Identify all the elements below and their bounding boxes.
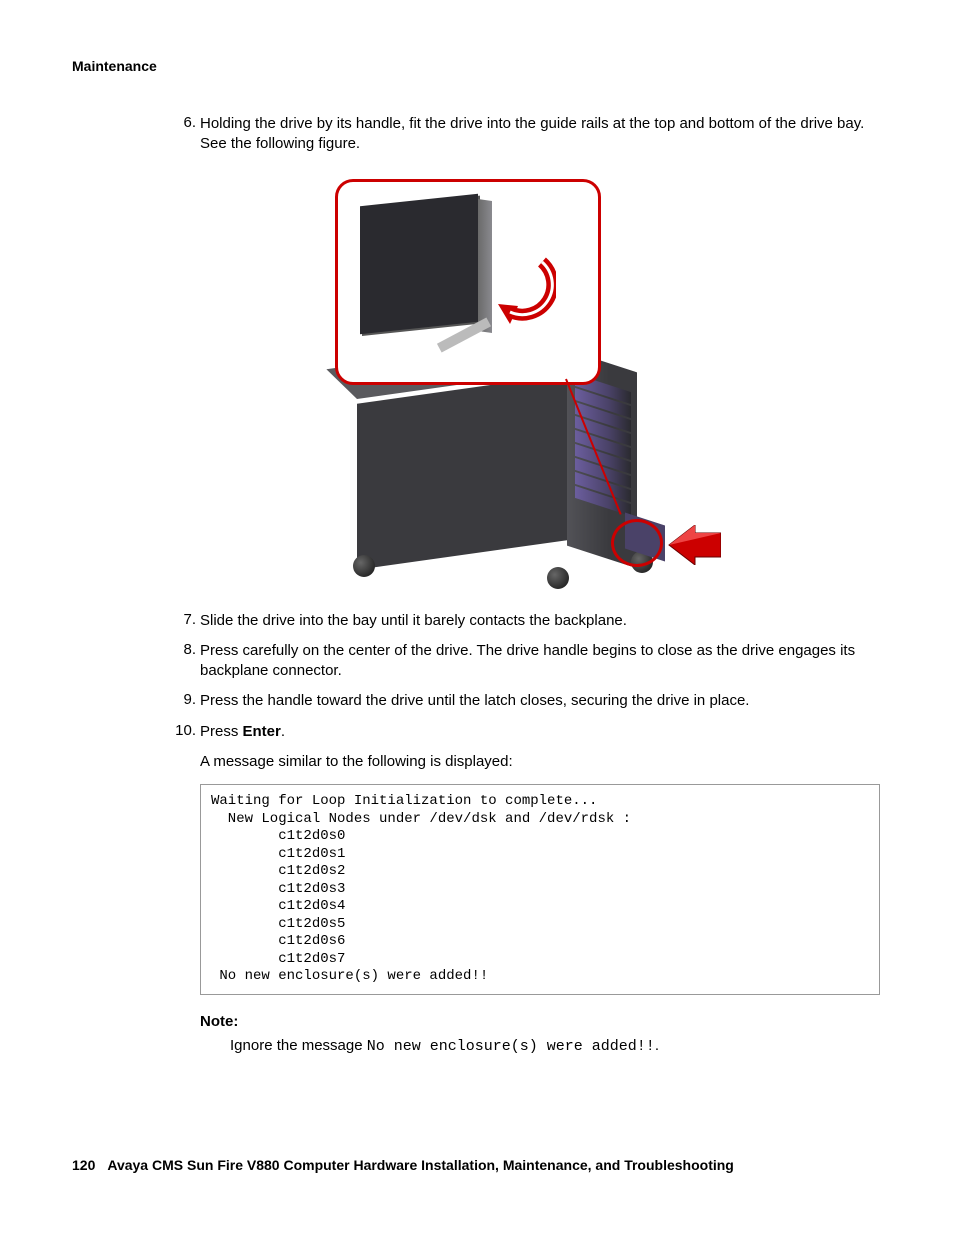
- target-slot-highlight: [611, 519, 663, 567]
- note-body: Ignore the message No new enclosure(s) w…: [230, 1036, 882, 1057]
- step-text-part: Press: [200, 723, 243, 740]
- step-text: Press the handle toward the drive until …: [200, 691, 882, 711]
- step-number: 10.: [168, 722, 196, 742]
- step-text: Holding the drive by its handle, fit the…: [200, 114, 882, 155]
- step-number: 7.: [168, 611, 196, 631]
- step-9: 9. Press the handle toward the drive unt…: [168, 691, 882, 711]
- step-10: 10. Press Enter.: [168, 722, 882, 742]
- note-text: Ignore the message: [230, 1037, 367, 1054]
- caster-wheel: [353, 555, 375, 577]
- step-subtext: A message similar to the following is di…: [200, 752, 882, 772]
- section-header: Maintenance: [72, 58, 882, 74]
- footer-title: Avaya CMS Sun Fire V880 Computer Hardwar…: [107, 1157, 734, 1173]
- step-8: 8. Press carefully on the center of the …: [168, 641, 882, 682]
- step-text-part: .: [281, 723, 285, 740]
- callout-box: [335, 179, 601, 385]
- drive-bay-stack: [575, 383, 631, 525]
- step-text: Press Enter.: [200, 722, 882, 742]
- page-number: 120: [72, 1157, 95, 1173]
- note-mono-text: No new enclosure(s) were added!!: [367, 1038, 655, 1055]
- note-label: Note:: [200, 1013, 882, 1030]
- step-number: 6.: [168, 114, 196, 155]
- step-6: 6. Holding the drive by its handle, fit …: [168, 114, 882, 155]
- curved-arrow-icon: [488, 256, 556, 324]
- step-7: 7. Slide the drive into the bay until it…: [168, 611, 882, 631]
- key-name: Enter: [243, 723, 281, 740]
- step-number: 9.: [168, 691, 196, 711]
- step-number: 8.: [168, 641, 196, 682]
- chassis-body: [357, 374, 567, 570]
- figure-wrapper: [168, 179, 882, 583]
- terminal-output: Waiting for Loop Initialization to compl…: [200, 784, 880, 995]
- content-area: 6. Holding the drive by its handle, fit …: [168, 114, 882, 1057]
- drive-insertion-figure: [335, 179, 715, 579]
- step-text: Press carefully on the center of the dri…: [200, 641, 882, 682]
- caster-wheel: [547, 567, 569, 589]
- note-text: .: [655, 1037, 659, 1054]
- insert-arrow-icon: [665, 525, 721, 565]
- disk-drive: [360, 193, 478, 333]
- page-footer: 120 Avaya CMS Sun Fire V880 Computer Hard…: [72, 1157, 734, 1173]
- step-text: Slide the drive into the bay until it ba…: [200, 611, 882, 631]
